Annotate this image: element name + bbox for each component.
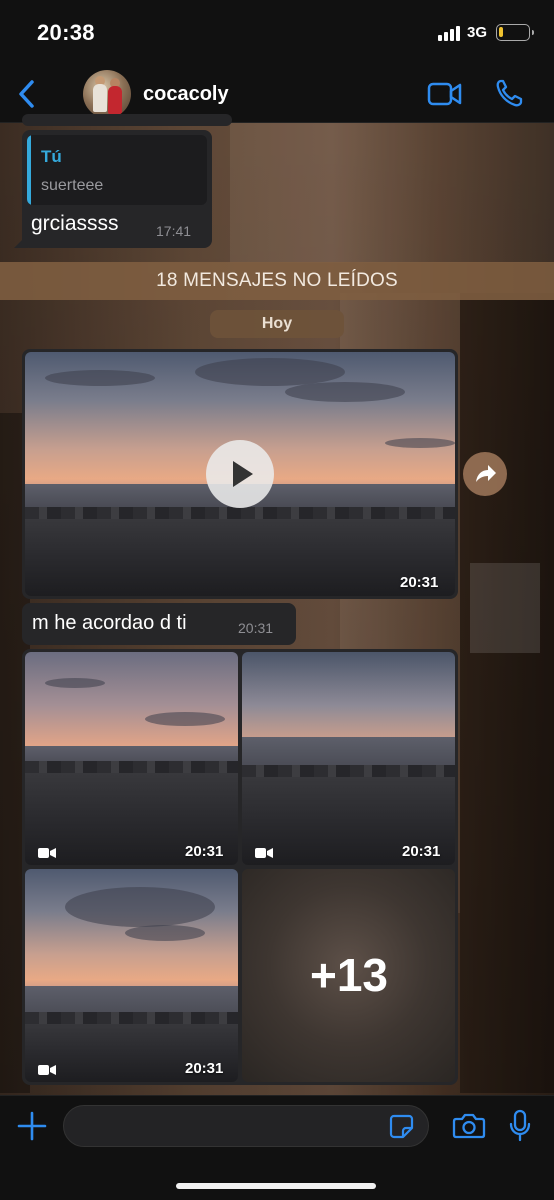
contact-name[interactable]: cocacoly [143,83,229,106]
voice-call-button[interactable] [495,78,523,108]
grid-video-1-time: 20:31 [185,843,224,860]
home-indicator[interactable] [176,1183,376,1189]
camera-icon [452,1113,486,1139]
quoted-message[interactable]: Tú suerteee [27,135,207,205]
video-camera-icon [255,848,273,858]
camera-button[interactable] [452,1112,486,1140]
back-button[interactable] [14,78,40,110]
grid-video-3[interactable] [25,869,238,1082]
attach-button[interactable] [16,1110,48,1142]
forward-icon [476,465,496,482]
status-time: 20:38 [37,20,95,45]
phone-icon [496,79,523,107]
grid-video-2[interactable] [242,652,455,865]
microphone-icon [509,1109,531,1142]
plus-icon [17,1111,47,1141]
network-type: 3G [467,24,488,41]
message-time: 17:41 [156,223,192,239]
quote-text: suerteee [41,177,104,194]
message-text: m he acordao d ti [32,612,187,634]
unread-messages-banner: 18 MENSAJES NO LEÍDOS [0,262,554,300]
status-bar: 20:38 3G [0,0,554,66]
more-media-count[interactable]: +13 [243,868,455,1082]
previous-message-bubble [22,114,232,126]
sticker-button[interactable] [389,1114,414,1139]
video-camera-icon [38,848,56,858]
unread-messages-label: 18 MENSAJES NO LEÍDOS [156,270,398,291]
video-camera-icon [38,1065,56,1075]
text-message-bubble[interactable]: m he acordao d ti 20:31 [22,603,296,645]
date-chip: Hoy [210,310,344,338]
grid-video-2-time: 20:31 [402,843,441,860]
mic-button[interactable] [508,1109,532,1143]
avatar[interactable] [83,70,131,118]
chevron-left-icon [19,80,34,108]
message-text: grciassss [31,212,119,235]
signal-icon [438,25,462,41]
sticker-icon [389,1114,414,1139]
video-call-button[interactable] [427,81,463,107]
battery-icon [496,24,534,41]
video-camera-icon [427,82,462,106]
quote-author: Tú [41,147,62,166]
date-chip-label: Hoy [261,315,293,332]
play-icon[interactable] [206,440,274,508]
message-input[interactable] [63,1105,429,1147]
grid-video-1[interactable] [25,652,238,865]
forward-button[interactable] [463,452,507,496]
reply-message-bubble[interactable]: Tú suerteee grciassss 17:41 [14,130,212,248]
grid-video-3-time: 20:31 [185,1060,224,1077]
message-time: 20:31 [238,620,274,636]
video-time: 20:31 [400,574,439,591]
